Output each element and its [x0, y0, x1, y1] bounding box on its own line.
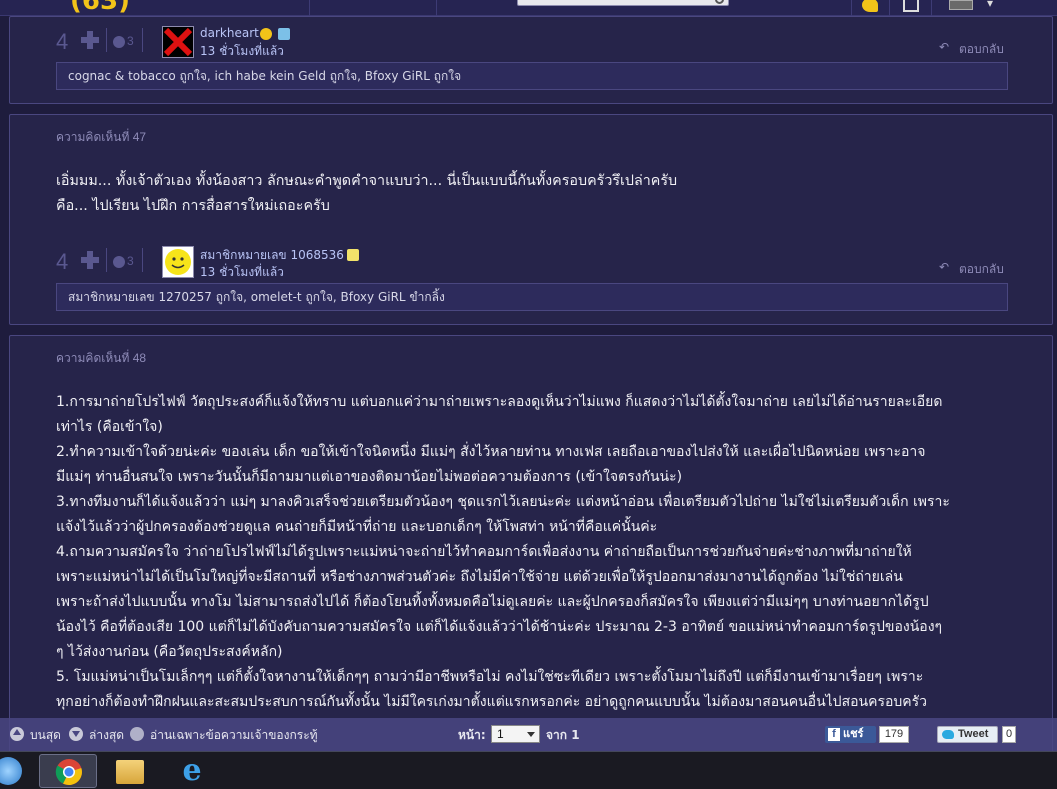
header-divider [889, 0, 890, 16]
comment-line: 3.ทางทีมงานก็ได้แจ้งแล้วว่า แม่ๆ มาลงคิว… [56, 494, 950, 510]
vote-count: 4 [56, 249, 69, 274]
comment-line: 4.ถามความสมัครใจ ว่าถ่ายโปรไฟฟ์ไม่ได้รูป… [56, 544, 912, 560]
emotion-icon[interactable] [113, 256, 125, 268]
facebook-share-label: แชร์ [843, 728, 864, 740]
site-logo[interactable]: (63) [70, 0, 130, 16]
reply-button[interactable]: ตอบกลับ [959, 260, 1004, 279]
divider [106, 28, 107, 52]
comment-line: ๆ ไว้ส่งงานก่อน (คือวัตถุประสงค์หลัก) [56, 644, 283, 660]
emotion-icon[interactable] [113, 36, 125, 48]
chrome-icon [55, 758, 83, 786]
comment-body: 1.การมาถ่ายโปรไฟฟ์ วัตถุประสงค์ก็แจ้งให้… [56, 390, 1016, 715]
user-avatar-icon[interactable] [949, 0, 973, 10]
divider [142, 248, 143, 272]
member-badge-icon [347, 249, 359, 261]
username-link[interactable]: darkheart [200, 26, 259, 40]
comment-line: เอิ่มมม... ทั้งเจ้าตัวเอง ทั้งน้องสาว ลั… [56, 173, 678, 189]
message-icon[interactable] [903, 0, 919, 12]
comment-line: เท่าไร (คือเข้าใจ) [56, 419, 163, 435]
comment-line: 1.การมาถ่ายโปรไฟฟ์ วัตถุประสงค์ก็แจ้งให้… [56, 394, 943, 410]
comment-time: 13 ชั่วโมงที่แล้ว [200, 265, 284, 279]
scroll-bottom-link[interactable]: ล่างสุด [89, 726, 124, 745]
smiley-badge-icon [260, 28, 272, 40]
taskbar-explorer[interactable] [101, 754, 159, 788]
comment-line: 2.ทำความเข้าใจด้วยน่ะค่ะ ของเล่น เด็ก ขอ… [56, 444, 926, 460]
chevron-down-icon [527, 732, 535, 737]
menu-icon[interactable]: ▾ [987, 0, 1003, 10]
header-divider [851, 0, 852, 16]
comment-line: 5. โมแม่หน่าเป็นโมเล็กๆๆ แต่ก็ตั้งใจหางา… [56, 669, 924, 685]
vote-count: 4 [56, 29, 69, 54]
comment-card: ความคิดเห็นที่ 48 1.การมาถ่ายโปรไฟฟ์ วัต… [9, 335, 1053, 755]
search-input[interactable] [517, 0, 729, 6]
comment-time: 13 ชั่วโมงที่แล้ว [200, 44, 284, 58]
comment-card: ความคิดเห็นที่ 47 เอิ่มมม... ทั้งเจ้าตัว… [9, 114, 1053, 325]
likes-summary[interactable]: cognac & tobacco ถูกใจ, ich habe kein Ge… [56, 62, 1008, 90]
internet-explorer-icon: e [182, 753, 202, 788]
reply-button[interactable]: ตอบกลับ [959, 40, 1004, 59]
comment-card: 4 3 darkheart 13 ชั่วโมงที่แล้ว ↶ ตอบกลั… [9, 16, 1053, 104]
facebook-share-button[interactable]: f แชร์ [825, 726, 876, 743]
comment-number: ความคิดเห็นที่ 48 [56, 351, 147, 365]
plus-vote-icon[interactable] [80, 250, 100, 270]
site-header: (63) ▾ [0, 0, 1057, 16]
member-badge-icon [278, 28, 290, 40]
twitter-bird-icon [942, 730, 954, 739]
thread-toolbar: บนสุด ล่างสุด อ่านเฉพาะข้อความเจ้าของกระ… [0, 718, 1057, 751]
comment-line: คือ... ไปเรียน ไปฝึก การสื่อสารใหม่เถอะค… [56, 198, 330, 214]
likes-summary[interactable]: สมาชิกหมายเลข 1270257 ถูกใจ, omelet-t ถู… [56, 283, 1008, 311]
divider [106, 248, 107, 272]
folder-icon [116, 760, 144, 784]
reply-icon[interactable]: ↶ [939, 40, 949, 54]
comment-line: มีแม่ๆ ท่านอื่นสนใจ เพราะวันนั้นก็มีถามม… [56, 469, 683, 485]
header-divider [931, 0, 932, 16]
comment-line: เพราะแม่หน่าไม่ได้เป็นโมใหญ่ที่จะมีสถานท… [56, 569, 903, 585]
emotion-count: 3 [127, 254, 134, 268]
comment-line: เพราะถ้าส่งไปแบบนั้น ทางโม ไม่สามารถส่งไ… [56, 594, 929, 610]
os-taskbar: e [0, 751, 1057, 789]
tweet-label: Tweet [958, 728, 989, 740]
avatar[interactable] [162, 246, 194, 278]
reply-icon[interactable]: ↶ [939, 260, 949, 274]
comment-line: แจ้งไว้แล้วว่าผู้ปกครองต้องช่วยดูแล คนถ่… [56, 519, 658, 535]
page-label: หน้า: [458, 728, 486, 742]
scroll-bottom-icon[interactable] [69, 727, 83, 741]
taskbar-chrome[interactable] [39, 754, 97, 788]
emotion-count: 3 [127, 34, 134, 48]
owner-only-filter[interactable]: อ่านเฉพาะข้อความเจ้าของกระทู้ [150, 726, 318, 745]
avatar[interactable] [162, 26, 194, 58]
page-total: จาก 1 [546, 728, 580, 742]
taskbar-ie[interactable]: e [163, 754, 221, 788]
itunes-icon [0, 757, 22, 785]
comment-line: น้องไว้ คือที่ต้องเสีย 100 แต่ก็ไม่ได้บั… [56, 619, 943, 635]
header-divider [436, 0, 437, 16]
scroll-top-icon[interactable] [10, 727, 24, 741]
comment-number: ความคิดเห็นที่ 47 [56, 130, 147, 144]
tweet-button[interactable]: Tweet [937, 726, 998, 743]
divider [142, 28, 143, 52]
header-divider [309, 0, 310, 16]
comment-body: เอิ่มมม... ทั้งเจ้าตัวเอง ทั้งน้องสาว ลั… [56, 169, 1016, 219]
page-select-value: 1 [497, 727, 504, 741]
plus-vote-icon[interactable] [80, 30, 100, 50]
facebook-share-count: 179 [879, 726, 909, 743]
scroll-top-link[interactable]: บนสุด [30, 726, 61, 745]
search-icon[interactable] [715, 0, 724, 4]
taskbar-itunes[interactable] [0, 754, 28, 788]
page-select[interactable]: 1 [491, 725, 540, 743]
notification-icon[interactable] [862, 0, 878, 12]
facebook-icon: f [828, 728, 840, 741]
owner-filter-icon[interactable] [130, 727, 144, 741]
tweet-count: 0 [1002, 726, 1016, 743]
comment-line: ทุกอย่างก็ต้องทำฝึกฝนและสะสมประสบการณ์กั… [56, 694, 928, 710]
